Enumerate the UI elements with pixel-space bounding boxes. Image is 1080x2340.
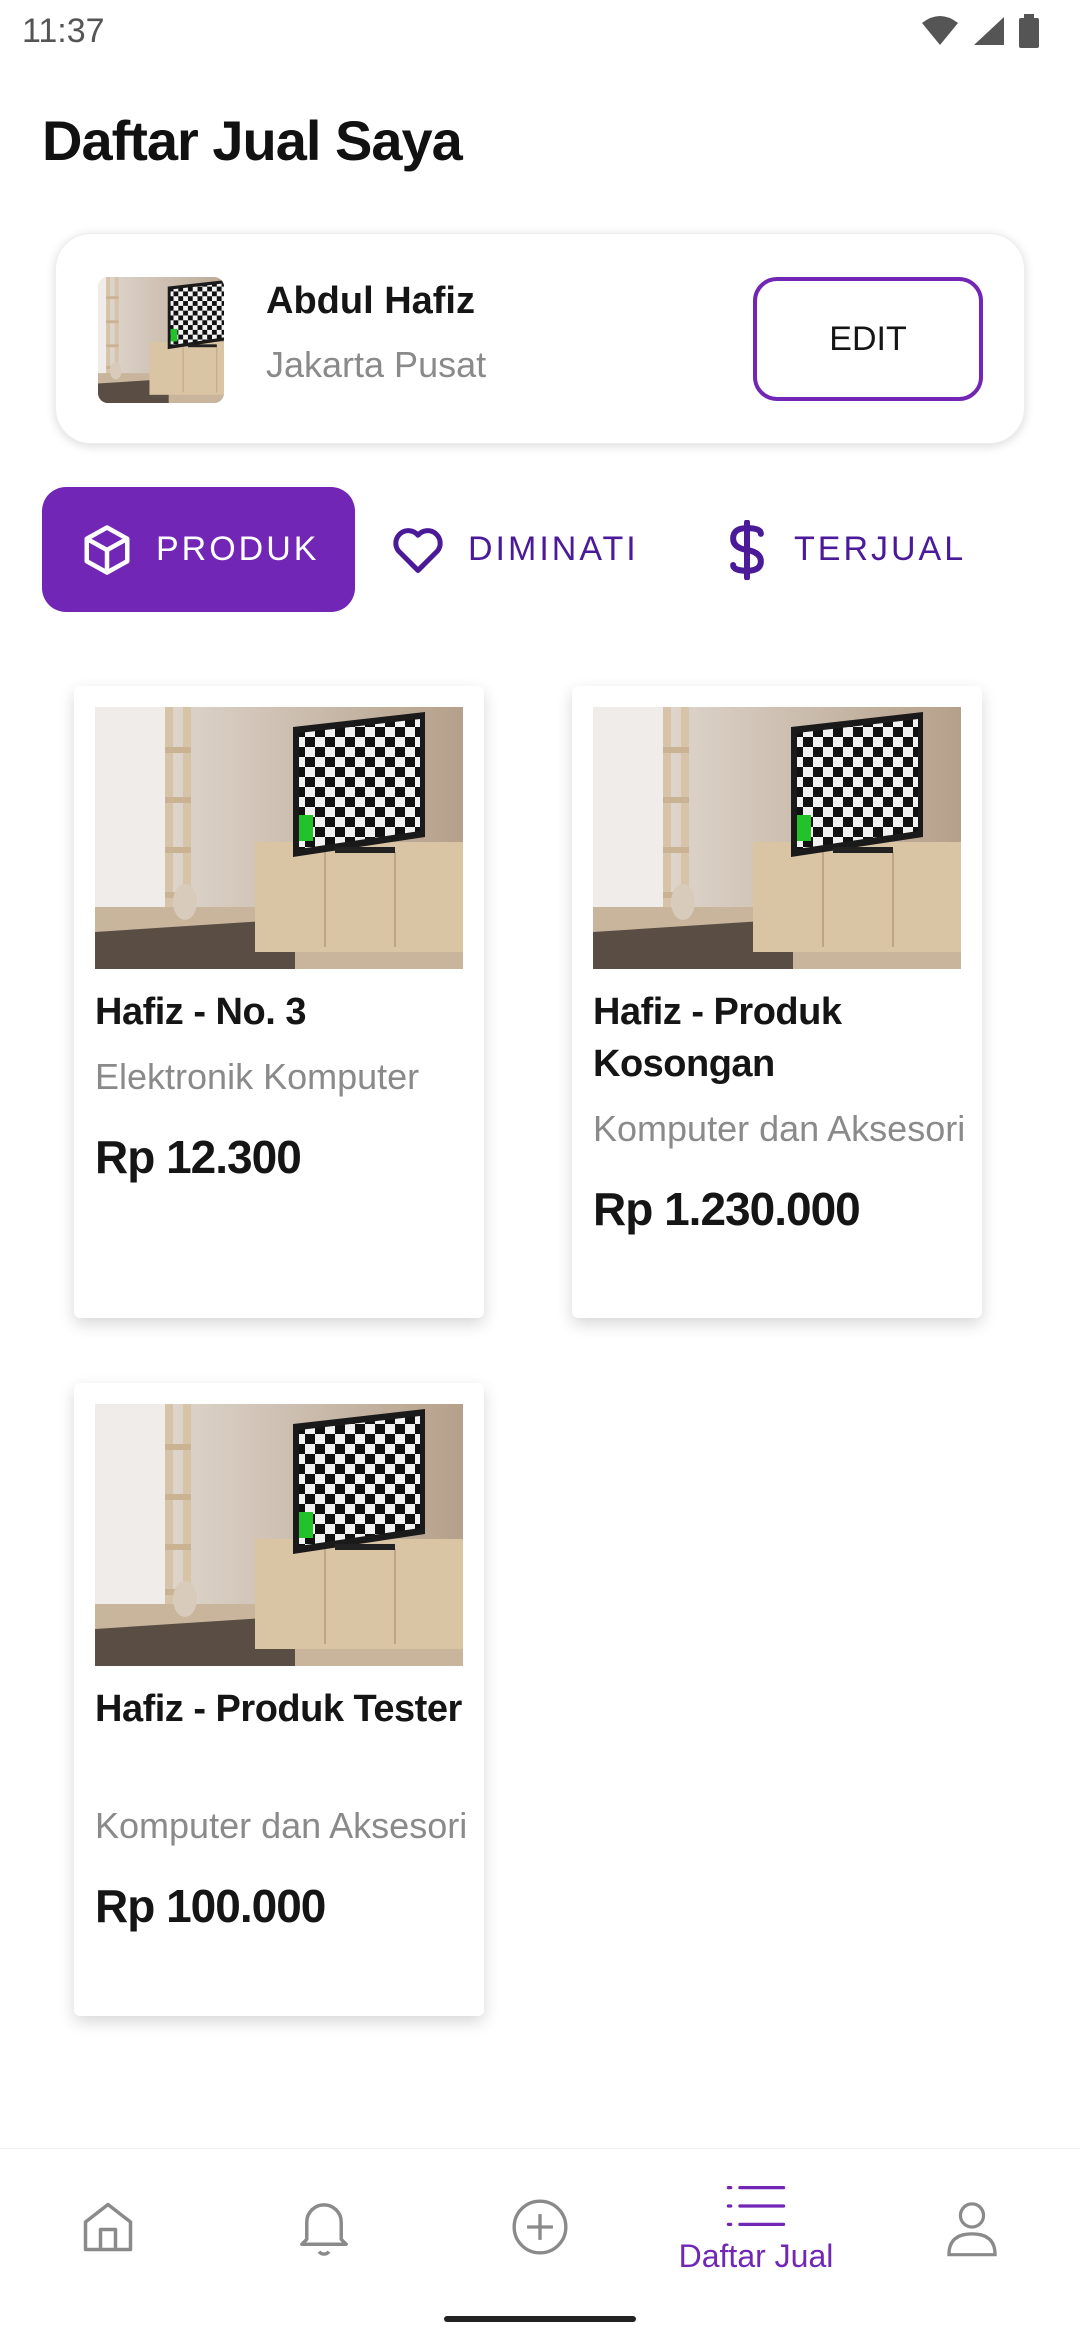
product-price: Rp 12.300 — [95, 1131, 302, 1183]
wifi-icon — [922, 16, 958, 45]
nav-account[interactable] — [864, 2149, 1080, 2309]
product-image — [593, 707, 961, 969]
product-price: Rp 1.230.000 — [593, 1183, 861, 1235]
nav-label: Daftar Jual — [678, 2238, 834, 2274]
tab-produk[interactable]: PRODUK — [42, 487, 355, 612]
product-name: Hafiz - Produk Kosongan — [593, 991, 842, 1085]
product-category: Elektronik Komputer — [95, 1056, 420, 1097]
product-price: Rp 100.000 — [95, 1880, 326, 1932]
nav-notifications[interactable] — [216, 2149, 432, 2309]
product-card[interactable]: Hafiz - No. 3 Elektronik Komputer Rp 12.… — [74, 686, 484, 1318]
home-icon — [78, 2197, 138, 2262]
product-name: Hafiz - Produk Tester — [95, 1688, 462, 1730]
tab-label: TERJUAL — [794, 530, 967, 568]
nav-add-product[interactable] — [432, 2149, 648, 2309]
product-image — [95, 707, 463, 969]
bottom-nav: Daftar Jual — [0, 2148, 1080, 2340]
product-category: Komputer dan Aksesoris — [95, 1805, 465, 1846]
seller-card: Abdul Hafiz Jakarta Pusat EDIT — [55, 233, 1025, 444]
battery-icon — [1019, 14, 1039, 48]
home-indicator — [444, 2316, 636, 2322]
bell-icon — [294, 2195, 354, 2264]
status-bar: 11:37 — [0, 0, 1080, 64]
tab-terjual[interactable]: TERJUAL — [722, 487, 966, 612]
nav-daftar-jual[interactable]: Daftar Jual — [648, 2149, 864, 2309]
seller-name: Abdul Hafiz — [266, 280, 475, 322]
plus-circle-icon — [509, 2196, 571, 2263]
seller-avatar — [98, 277, 224, 403]
list-icon — [726, 2183, 786, 2234]
nav-home[interactable] — [0, 2149, 216, 2309]
status-icons — [920, 14, 1040, 48]
tab-label: PRODUK — [156, 530, 320, 568]
box-icon — [80, 523, 134, 577]
edit-profile-button[interactable]: EDIT — [753, 277, 983, 401]
product-name: Hafiz - No. 3 — [95, 991, 306, 1033]
tab-diminati[interactable]: DIMINATI — [390, 487, 639, 612]
seller-city: Jakarta Pusat — [266, 344, 487, 385]
signal-icon — [974, 17, 1004, 45]
dollar-icon — [722, 519, 772, 580]
product-card[interactable]: Hafiz - Produk Tester Komputer dan Akses… — [74, 1383, 484, 2016]
heart-icon — [390, 525, 446, 575]
product-category: Komputer dan Aksesoris — [593, 1108, 963, 1149]
page-title: Daftar Jual Saya — [42, 109, 463, 172]
status-time: 11:37 — [22, 12, 105, 50]
product-card[interactable]: Hafiz - Produk Kosongan Komputer dan Aks… — [572, 686, 982, 1318]
product-image — [95, 1404, 463, 1666]
user-icon — [944, 2197, 1000, 2262]
tab-label: DIMINATI — [468, 530, 639, 568]
